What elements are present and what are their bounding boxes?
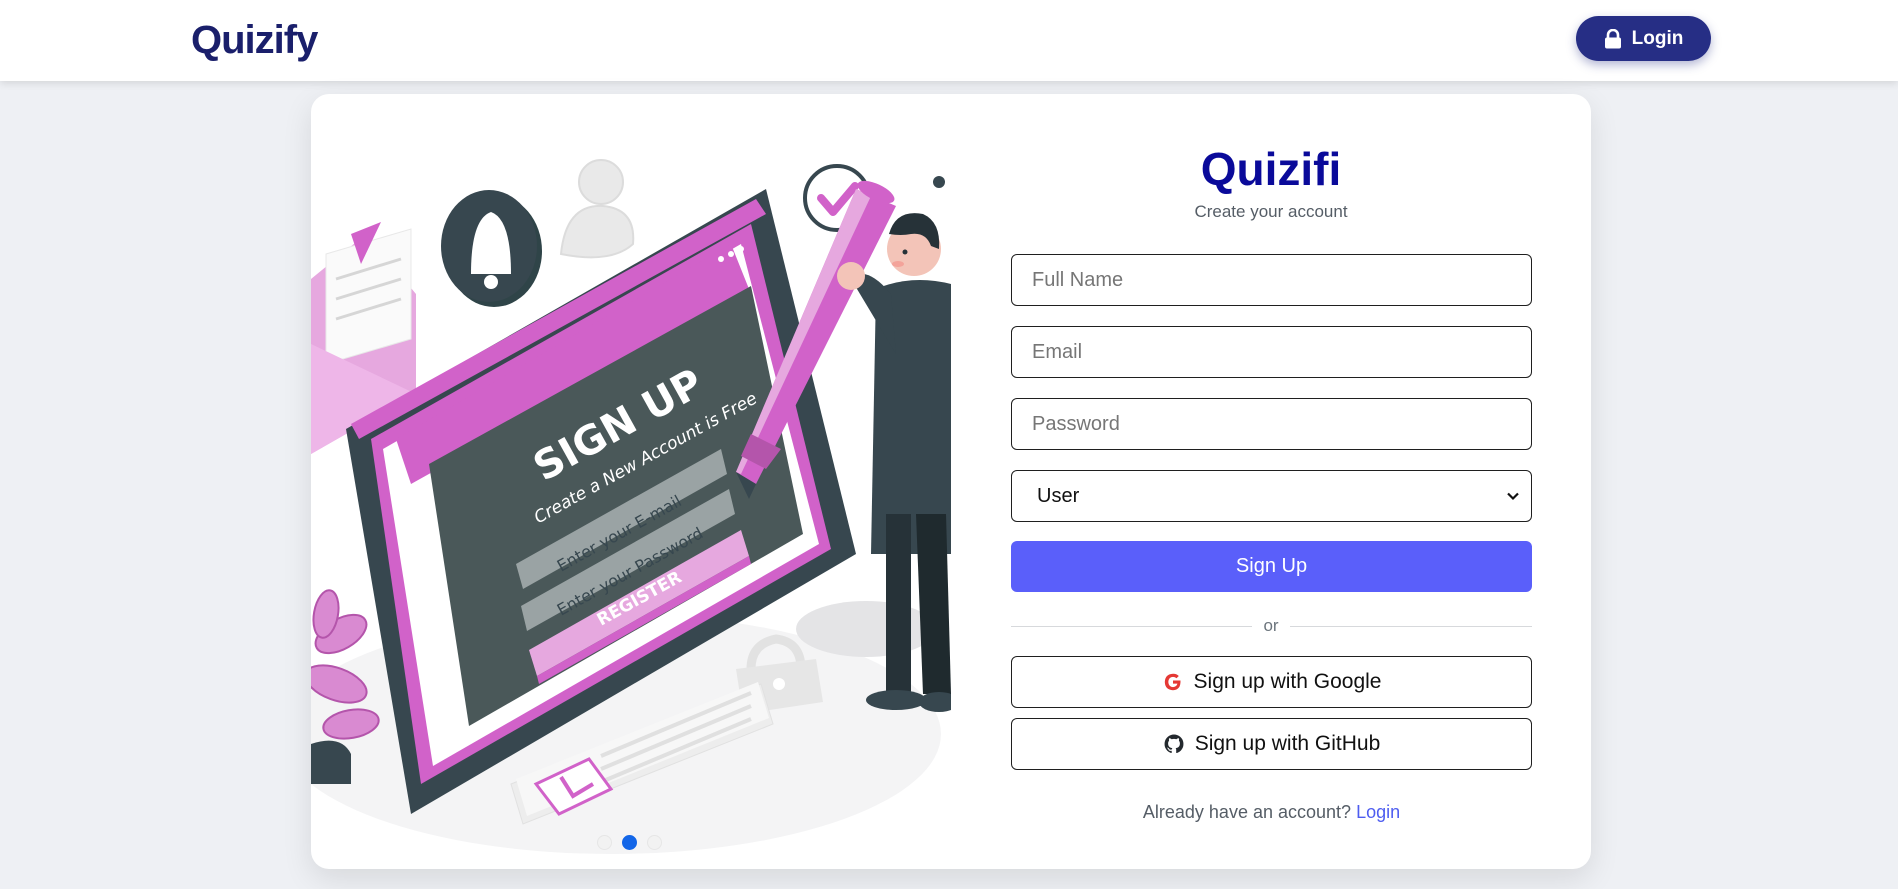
divider-line-left: [1011, 626, 1252, 627]
form-title: Quizifi: [1200, 143, 1342, 195]
lock-icon: [1604, 28, 1621, 48]
brand-logo[interactable]: Quizify: [191, 18, 318, 63]
divider-text: or: [1263, 616, 1279, 635]
form-subtitle: Create your account: [1194, 202, 1348, 221]
nav-login-button[interactable]: Login: [1576, 16, 1711, 61]
user-silhouette-icon: [559, 159, 635, 259]
google-signup-button[interactable]: Sign up with Google: [1011, 656, 1532, 708]
nav-login-label: Login: [1631, 27, 1684, 49]
role-select[interactable]: User: [1011, 470, 1532, 522]
password-input[interactable]: [1011, 398, 1532, 450]
github-signup-label: Sign up with GitHub: [1194, 732, 1381, 755]
or-divider: or: [1011, 616, 1532, 636]
carousel-dot-1[interactable]: [597, 835, 612, 850]
bell-notification-icon: [441, 190, 542, 307]
signup-illustration: SIGN UP Create a New Account is Free Ent…: [311, 94, 951, 869]
navbar: Quizify Login: [0, 0, 1898, 81]
role-select-value: User: [1037, 485, 1080, 507]
github-icon: [1164, 734, 1184, 754]
illustration-graphic: SIGN UP Create a New Account is Free Ent…: [311, 159, 951, 854]
full-name-input[interactable]: [1011, 254, 1532, 306]
carousel-indicators: [597, 835, 662, 850]
chevron-down-icon: [1507, 492, 1519, 501]
email-input[interactable]: [1011, 326, 1532, 378]
github-signup-button[interactable]: Sign up with GitHub: [1011, 718, 1532, 770]
already-have-account: Already have an account? Login: [1011, 802, 1532, 823]
google-signup-label: Sign up with Google: [1193, 670, 1382, 693]
signup-card: SIGN UP Create a New Account is Free Ent…: [311, 94, 1591, 869]
login-link[interactable]: Login: [1356, 802, 1400, 822]
divider-line-right: [1290, 626, 1532, 627]
signup-button[interactable]: Sign Up: [1011, 541, 1532, 592]
carousel-dot-3[interactable]: [647, 835, 662, 850]
google-icon: [1164, 673, 1181, 691]
already-text: Already have an account?: [1142, 802, 1352, 822]
carousel-dot-2[interactable]: [622, 835, 637, 850]
